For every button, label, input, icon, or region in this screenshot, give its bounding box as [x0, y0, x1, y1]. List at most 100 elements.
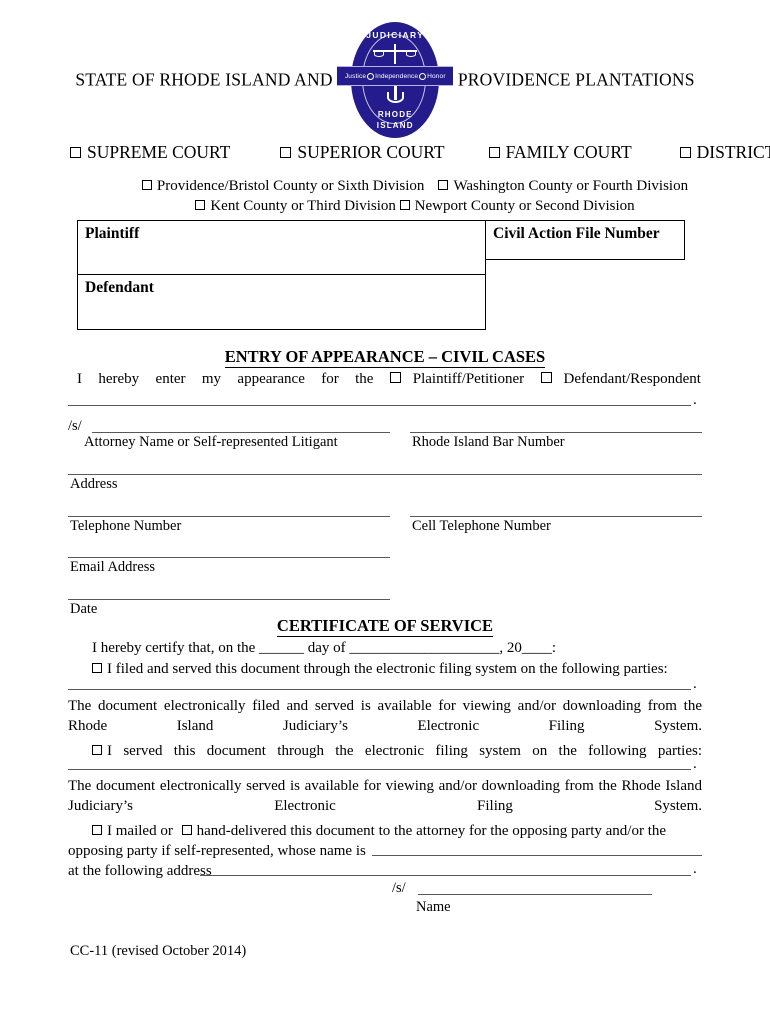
appearance-word-hereby: hereby [98, 371, 140, 387]
seal-motto-independence: Independence [375, 72, 419, 80]
seal-bottom-text-1: RHODE [377, 109, 413, 119]
checkbox-served-only[interactable] [92, 745, 102, 755]
form-id-footer: CC-11 (revised October 2014) [70, 943, 247, 959]
scales-of-justice-icon [373, 43, 418, 66]
appearance-word-i: I [77, 371, 82, 387]
court-option-district[interactable]: DISTRICT COURT [679, 142, 770, 163]
page-header: STATE OF RHODE ISLAND AND JUDICIARY RHOD… [0, 21, 770, 138]
seal-motto-honor: Honor [427, 72, 446, 80]
certificate-option-1-label: I filed and served this document through… [107, 661, 668, 677]
division-option-providence[interactable]: Providence/Bristol County or Sixth Divis… [141, 178, 425, 194]
checkbox-district-court[interactable] [679, 147, 691, 158]
appearance-word-my: my [201, 371, 222, 387]
appearance-party-blank[interactable] [68, 405, 691, 406]
ri-judiciary-seal-icon: JUDICIARY RHODE ISLAND Justice Independen… [337, 21, 454, 138]
certificate-option-2-row[interactable]: I served this document through the elect… [92, 741, 702, 781]
checkbox-washington[interactable] [438, 180, 449, 190]
email-blank[interactable] [68, 557, 390, 558]
case-caption-table: Plaintiff Defendant Civil Action File Nu… [77, 220, 685, 330]
division-label-newport: Newport County or Second Division [414, 198, 635, 214]
division-label-providence: Providence/Bristol County or Sixth Divis… [156, 178, 425, 194]
appearance-label-plaintiff: Plaintiff/Petitioner [412, 371, 525, 387]
attorney-name-blank[interactable] [92, 432, 390, 433]
court-option-superior[interactable]: SUPERIOR COURT [280, 142, 445, 163]
address-blank[interactable] [68, 474, 702, 475]
checkbox-kent[interactable] [195, 200, 206, 210]
circle-icon-left [367, 72, 375, 80]
court-label-district: DISTRICT COURT [696, 142, 770, 162]
appearance-option-defendant[interactable]: Defendant/Respondent [540, 371, 701, 388]
address-label: Address [70, 476, 118, 492]
appearance-word-for: for [321, 371, 339, 387]
certificate-option-1-row[interactable]: I filed and served this document through… [92, 659, 702, 679]
certificate-of-service-heading: CERTIFICATE OF SERVICE [0, 616, 770, 637]
court-label-supreme: SUPREME COURT [87, 142, 231, 162]
case-number-cell[interactable]: Civil Action File Number [486, 220, 685, 260]
certificate-option-3-hand-label: hand-delivered this document to the atto… [196, 823, 667, 839]
attorney-signature-slash-s: /s/ [68, 418, 82, 434]
entry-heading-text: ENTRY OF APPEARANCE – CIVIL CASES [224, 347, 546, 368]
certificate-option-1-parties-blank[interactable] [68, 689, 691, 690]
defendant-cell[interactable]: Defendant [77, 275, 486, 330]
appearance-word-enter: enter [155, 371, 186, 387]
division-selection-block: Providence/Bristol County or Sixth Divis… [70, 176, 760, 216]
certificate-option-3-name-label: opposing party if self-represented, whos… [68, 843, 366, 859]
opposing-party-address-blank[interactable] [200, 875, 691, 876]
plaintiff-cell[interactable]: Plaintiff [77, 220, 486, 275]
telephone-blank[interactable] [68, 516, 390, 517]
seal-bottom-text-2: ISLAND [376, 120, 414, 130]
checkbox-supreme-court[interactable] [70, 147, 81, 158]
cell-telephone-blank[interactable] [410, 516, 702, 517]
certificate-option-3-row[interactable]: I mailed or hand-delivered this document… [92, 821, 704, 841]
checkbox-mailed[interactable] [92, 825, 102, 835]
seal-placeholder: JUDICIARY RHODE ISLAND Justice Independen… [337, 21, 454, 138]
seal-motto-banner: Justice Independence Honor [337, 65, 454, 86]
date-blank[interactable] [68, 599, 390, 600]
case-number-label: Civil Action File Number [493, 225, 660, 242]
certificate-signature-blank[interactable] [418, 894, 652, 895]
certificate-option-3-address-label: at the following address [68, 863, 212, 879]
division-option-washington[interactable]: Washington County or Fourth Division [438, 178, 688, 194]
seal-top-text: JUDICIARY [366, 29, 425, 40]
certificate-option-2-label: I served this document through the elect… [107, 743, 702, 759]
checkbox-superior-court[interactable] [280, 147, 292, 158]
certificate-option-2-parties-blank[interactable] [68, 769, 691, 770]
checkbox-newport[interactable] [399, 200, 410, 210]
certificate-signature-slash-s: /s/ [392, 880, 406, 896]
opposing-party-name-blank[interactable] [372, 855, 702, 856]
entry-of-appearance-heading: ENTRY OF APPEARANCE – CIVIL CASES [0, 347, 770, 368]
appearance-word-appearance: appearance [237, 371, 305, 387]
seal-motto-justice: Justice [344, 72, 367, 80]
circle-icon-right [419, 72, 427, 80]
cell-telephone-label: Cell Telephone Number [412, 518, 551, 534]
header-title-right: PROVIDENCE PLANTATIONS [457, 69, 695, 90]
appearance-statement-row: I hereby enter my appearance for the Pla… [77, 371, 701, 388]
checkbox-family-court[interactable] [488, 147, 500, 158]
bar-number-label: Rhode Island Bar Number [412, 434, 565, 450]
checkbox-filed-and-served[interactable] [92, 663, 102, 673]
checkbox-plaintiff-petitioner[interactable] [389, 372, 401, 383]
court-option-supreme[interactable]: SUPREME COURT [70, 142, 230, 163]
appearance-option-plaintiff[interactable]: Plaintiff/Petitioner [389, 371, 525, 388]
division-row-2: Kent County or Third Division Newport Co… [70, 196, 760, 216]
telephone-label: Telephone Number [70, 518, 182, 534]
checkbox-hand-delivered[interactable] [181, 825, 192, 835]
division-option-kent[interactable]: Kent County or Third Division [195, 198, 396, 214]
court-label-superior: SUPERIOR COURT [297, 142, 445, 162]
checkbox-defendant-respondent[interactable] [540, 372, 552, 383]
certificate-option-2-period: . [693, 756, 697, 772]
form-page: STATE OF RHODE ISLAND AND JUDICIARY RHOD… [0, 0, 770, 1024]
bar-number-blank[interactable] [410, 432, 702, 433]
certificate-option-3-period: . [693, 861, 697, 877]
certificate-intro[interactable]: I hereby certify that, on the ______ day… [92, 638, 702, 658]
attorney-name-label: Attorney Name or Self-represented Litiga… [84, 434, 338, 450]
certificate-option-3-mailed-label: I mailed or [107, 823, 173, 839]
certificate-option-1-period: . [693, 676, 697, 692]
division-option-newport[interactable]: Newport County or Second Division [399, 198, 635, 214]
division-label-washington: Washington County or Fourth Division [453, 178, 689, 194]
certificate-name-label: Name [416, 899, 451, 915]
checkbox-providence-bristol[interactable] [141, 180, 152, 190]
division-label-kent: Kent County or Third Division [210, 198, 396, 214]
court-option-family[interactable]: FAMILY COURT [488, 142, 632, 163]
plaintiff-label: Plaintiff [85, 225, 140, 242]
